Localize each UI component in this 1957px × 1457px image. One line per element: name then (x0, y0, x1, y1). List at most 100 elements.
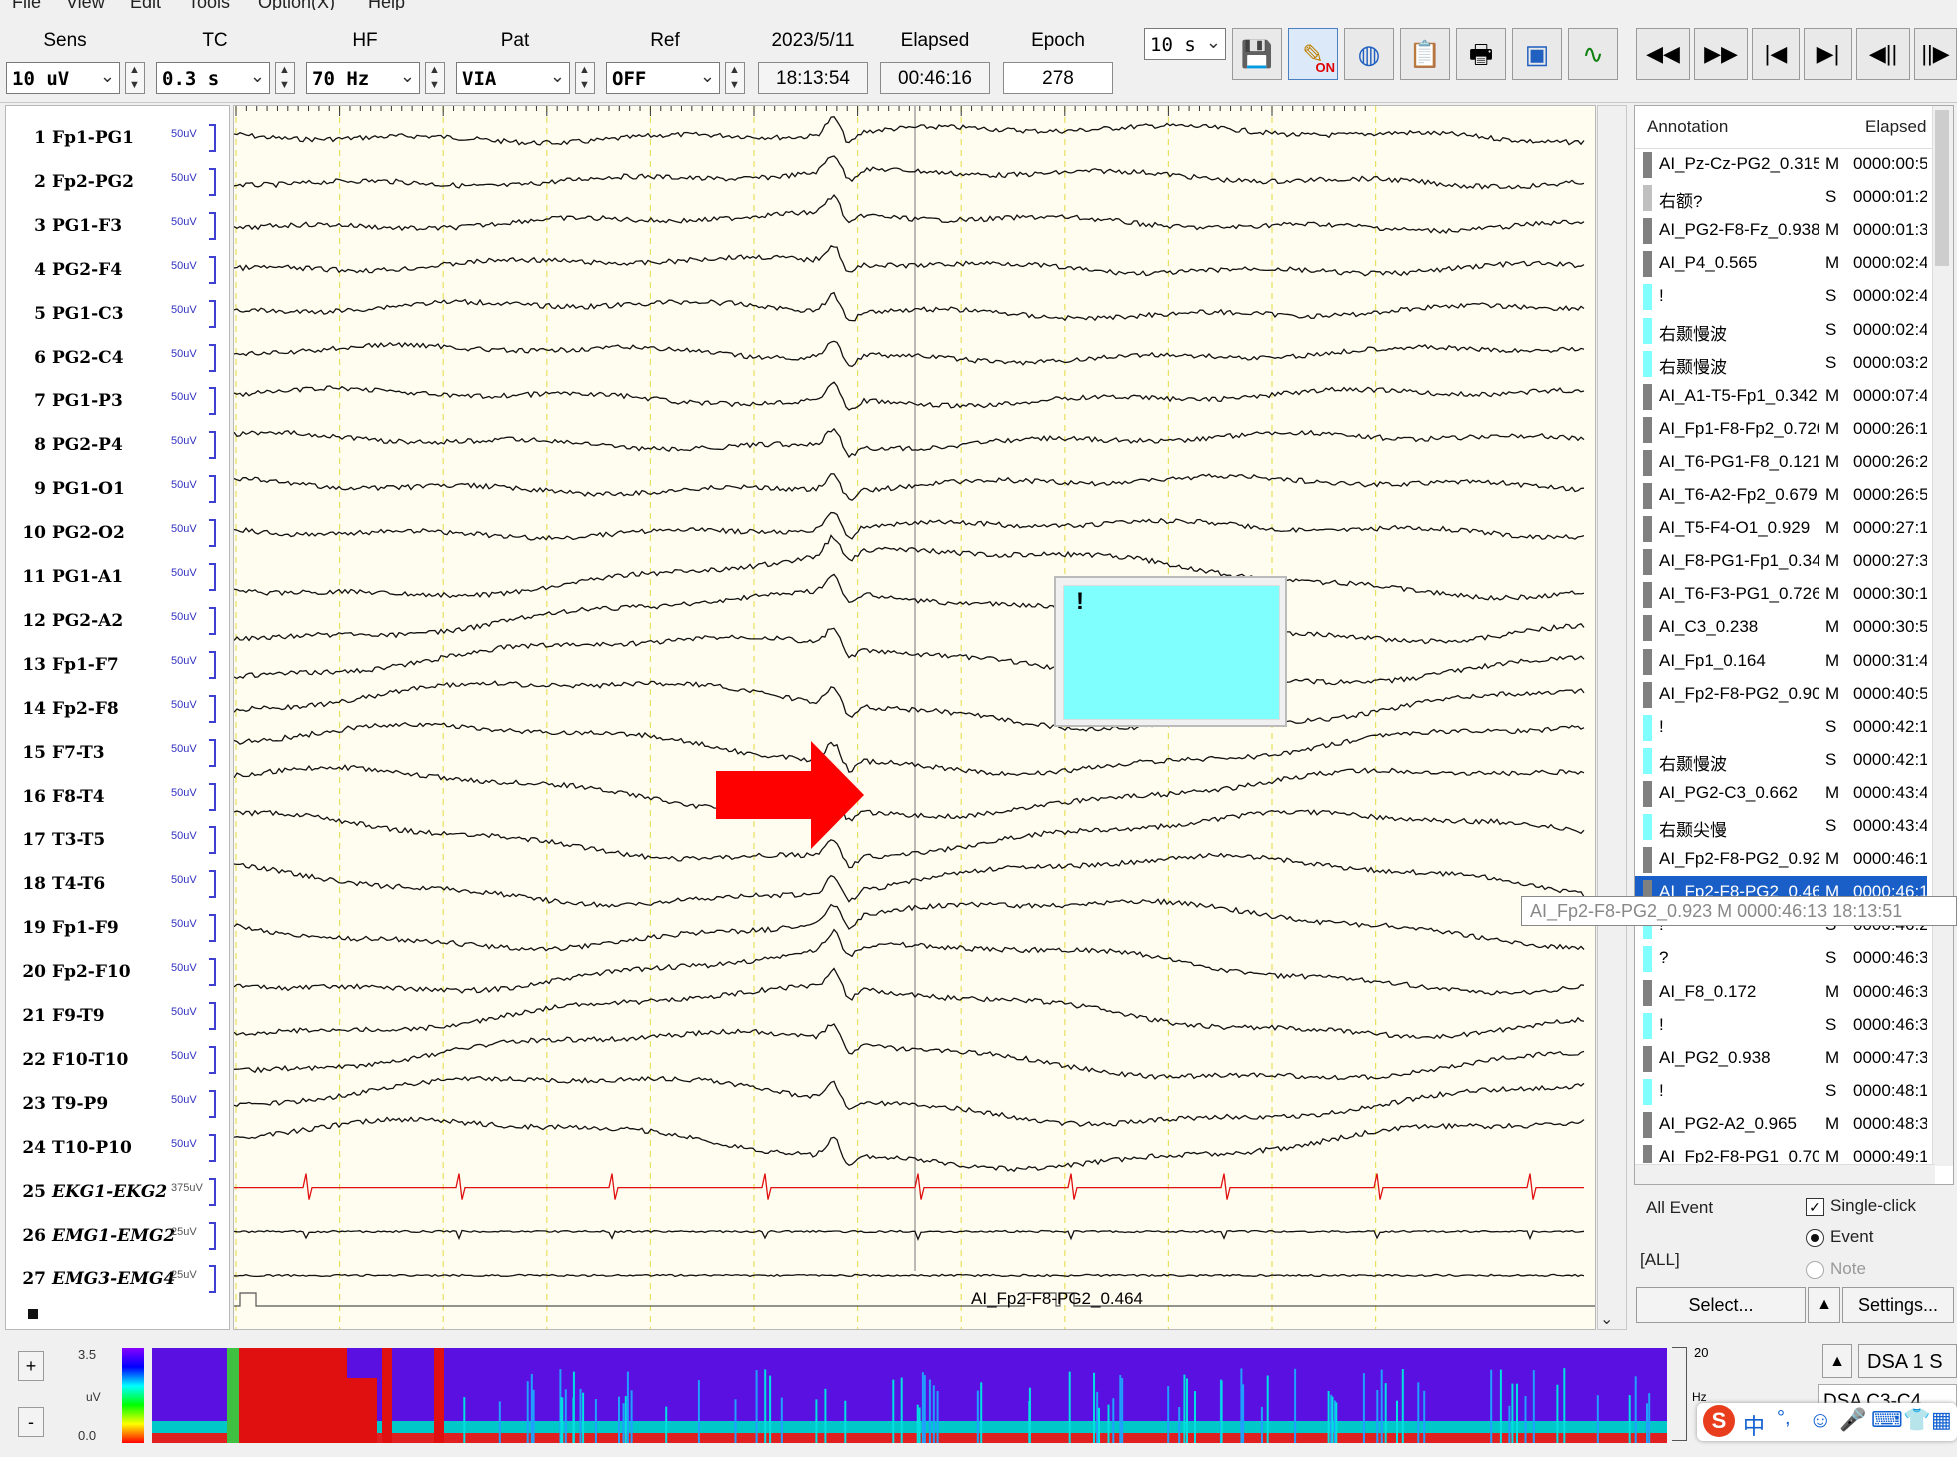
channel-row[interactable]: 20 Fp2-F10 50uV (6, 952, 226, 996)
channel-row[interactable]: 14 Fp2-F8 50uV (6, 689, 226, 733)
channel-row[interactable]: 26 EMG1-EMG2 25uV (6, 1216, 226, 1260)
annotation-row[interactable]: AI_Fp2-F8-PG1_0.70 M 0000:49:1 (1635, 1141, 1927, 1163)
channel-row[interactable]: 8 PG2-P4 50uV (6, 425, 226, 469)
eeg-scrollbar[interactable]: ⌄ (1597, 105, 1627, 1330)
sens-select[interactable]: 10 uV ⌄ (6, 62, 120, 94)
channel-row[interactable]: 17 T3-T5 50uV (6, 820, 226, 864)
channel-row[interactable]: 22 F10-T10 50uV (6, 1040, 226, 1084)
annotation-row[interactable]: AI_Fp1-F8-Fp2_0.720 M 0000:26:1 (1635, 413, 1927, 446)
annotation-row[interactable]: ! S 0000:02:4 (1635, 280, 1927, 313)
keyboard-icon[interactable]: ⌨ (1871, 1407, 1903, 1433)
waveform-button[interactable]: ∿ (1568, 28, 1618, 80)
pause-button[interactable]: ||▶ (1914, 28, 1957, 80)
ime-toolbar[interactable]: S 中 °, ☺ 🎤 ⌨ 👕 ▦ (1697, 1403, 1957, 1441)
annotation-row[interactable]: ! S 0000:42:1 (1635, 711, 1927, 744)
channel-row[interactable]: 16 F8-T4 50uV (6, 777, 226, 821)
annotation-hscrollbar[interactable] (1635, 1164, 1935, 1184)
hf-spinner[interactable]: ▲ ▼ (425, 62, 445, 94)
epoch-input[interactable]: 278 (1003, 62, 1113, 94)
elapsed-column-header[interactable]: Elapsed (1865, 106, 1926, 148)
annotation-popup[interactable]: ! (1054, 576, 1287, 727)
step-back-button[interactable]: ◀|| (1856, 28, 1910, 80)
pen-toggle-button[interactable]: ✎ ON (1288, 28, 1338, 80)
channel-row[interactable]: 27 EMG3-EMG4 25uV (6, 1259, 226, 1303)
channel-row[interactable]: 3 PG1-F3 50uV (6, 206, 226, 250)
channel-row[interactable]: 19 Fp1-F9 50uV (6, 908, 226, 952)
skip-end-button[interactable]: ▶| (1804, 28, 1852, 80)
note-radio[interactable] (1806, 1261, 1824, 1279)
channel-row[interactable]: 4 PG2-F4 50uV (6, 250, 226, 294)
channel-row[interactable]: 9 PG1-O1 50uV (6, 469, 226, 513)
channel-row[interactable]: 7 PG1-P3 50uV (6, 381, 226, 425)
annotation-row[interactable]: AI_Fp2-F8-PG2_0.92 M 0000:46:1 (1635, 843, 1927, 876)
print-button[interactable]: 🖶 (1456, 28, 1506, 80)
channel-row[interactable]: 12 PG2-A2 50uV (6, 601, 226, 645)
annotation-row[interactable]: AI_P4_0.565 M 0000:02:4 (1635, 247, 1927, 280)
annotation-row[interactable]: AI_PG2_0.938 M 0000:47:3 (1635, 1042, 1927, 1075)
annotation-row[interactable]: 右颞尖慢 S 0000:43:4 (1635, 810, 1927, 843)
menu-edit[interactable]: Edit (130, 0, 161, 10)
dsa-triangle-button[interactable]: ▲ (1822, 1344, 1852, 1378)
annotation-row[interactable]: AI_T6-A2-Fp2_0.679 M 0000:26:5 (1635, 479, 1927, 512)
channel-row[interactable]: 6 PG2-C4 50uV (6, 338, 226, 382)
eeg-waveform-area[interactable]: AI_Fp2-F8-PG2_0.464 ! 69bpm (233, 105, 1596, 1330)
channel-row[interactable]: 15 F7-T3 50uV (6, 733, 226, 777)
menu-file[interactable]: File (12, 0, 41, 10)
microphone-icon[interactable]: 🎤 (1839, 1407, 1866, 1433)
video-button[interactable]: ▣ (1512, 28, 1562, 80)
tc-select[interactable]: 0.3 s ⌄ (156, 62, 270, 94)
channel-row[interactable]: 24 T10-P10 50uV (6, 1128, 226, 1172)
dsa-zoom-in-button[interactable]: + (18, 1351, 44, 1381)
ime-lang[interactable]: 中 (1743, 1409, 1765, 1441)
channel-row[interactable]: 11 PG1-A1 50uV (6, 557, 226, 601)
annotation-row[interactable]: ! S 0000:46:3 (1635, 1009, 1927, 1042)
dsa-mode-button[interactable]: DSA 1 S (1858, 1344, 1957, 1378)
annotation-column-header[interactable]: Annotation (1647, 106, 1728, 148)
menu-view[interactable]: View (66, 0, 105, 10)
ref-spinner[interactable]: ▲ ▼ (725, 62, 745, 94)
annotation-row[interactable]: AI_PG2-C3_0.662 M 0000:43:4 (1635, 777, 1927, 810)
save-button[interactable]: 💾 (1232, 28, 1282, 80)
skip-start-button[interactable]: |◀ (1752, 28, 1800, 80)
annotation-row[interactable]: ? S 0000:46:3 (1635, 942, 1927, 975)
tc-spinner[interactable]: ▲ ▼ (275, 62, 295, 94)
channel-row[interactable]: 23 T9-P9 50uV (6, 1084, 226, 1128)
channel-row[interactable]: 5 PG1-C3 50uV (6, 294, 226, 338)
annotation-scrollbar[interactable] (1932, 106, 1953, 1166)
ime-punct[interactable]: °, (1777, 1407, 1791, 1430)
report-button[interactable]: 📋 (1400, 28, 1450, 80)
settings-button[interactable]: Settings... (1842, 1287, 1954, 1323)
montage-grid-button[interactable]: ◍ (1344, 28, 1394, 80)
pat-spinner[interactable]: ▲ ▼ (575, 62, 595, 94)
menu-help[interactable]: Help (368, 0, 405, 10)
annotation-row[interactable]: AI_A1-T5-Fp1_0.342 M 0000:07:4 (1635, 380, 1927, 413)
emoji-icon[interactable]: ☺ (1809, 1407, 1831, 1433)
channel-row[interactable]: 1 Fp1-PG1 50uV (6, 118, 226, 162)
fast-forward-button[interactable]: ▶▶ (1694, 28, 1748, 80)
channel-row[interactable]: 10 PG2-O2 50uV (6, 513, 226, 557)
annotation-row[interactable]: AI_Fp1_0.164 M 0000:31:4 (1635, 645, 1927, 678)
channel-row[interactable]: 21 F9-T9 50uV (6, 996, 226, 1040)
triangle-up-button[interactable]: ▲ (1808, 1287, 1840, 1323)
channel-row[interactable]: 2 Fp2-PG2 50uV (6, 162, 226, 206)
annotation-row[interactable]: AI_Fp2-F8-PG2_0.90 M 0000:40:5 (1635, 678, 1927, 711)
annotation-row[interactable]: 右颞慢波 S 0000:02:4 (1635, 314, 1927, 347)
channel-row[interactable]: 18 T4-T6 50uV (6, 864, 226, 908)
ref-select[interactable]: OFF ⌄ (606, 62, 720, 94)
channel-row[interactable]: 13 Fp1-F7 50uV (6, 645, 226, 689)
annotation-row[interactable]: AI_PG2-A2_0.965 M 0000:48:3 (1635, 1108, 1927, 1141)
annotation-row[interactable]: AI_T5-F4-O1_0.929 M 0000:27:1 (1635, 512, 1927, 545)
annotation-row[interactable]: AI_C3_0.238 M 0000:30:5 (1635, 611, 1927, 644)
single-click-checkbox[interactable]: ✓ (1806, 1198, 1824, 1216)
scroll-thumb[interactable] (1935, 110, 1949, 266)
channel-row[interactable]: 25 EKG1-EKG2 375uV (6, 1172, 226, 1216)
grid-icon[interactable]: ▦ (1931, 1407, 1952, 1433)
select-button[interactable]: Select... (1636, 1287, 1806, 1323)
annotation-row[interactable]: AI_Pz-Cz-PG2_0.315 M 0000:00:5 (1635, 148, 1927, 181)
annotation-row[interactable]: AI_F8-PG1-Fp1_0.34 M 0000:27:3 (1635, 545, 1927, 578)
event-radio[interactable] (1806, 1229, 1824, 1247)
sens-spinner[interactable]: ▲ ▼ (125, 62, 145, 94)
annotation-row[interactable]: 右颞慢波 S 0000:42:1 (1635, 744, 1927, 777)
annotation-row[interactable]: 右颞慢波 S 0000:03:2 (1635, 347, 1927, 380)
hf-select[interactable]: 70 Hz ⌄ (306, 62, 420, 94)
